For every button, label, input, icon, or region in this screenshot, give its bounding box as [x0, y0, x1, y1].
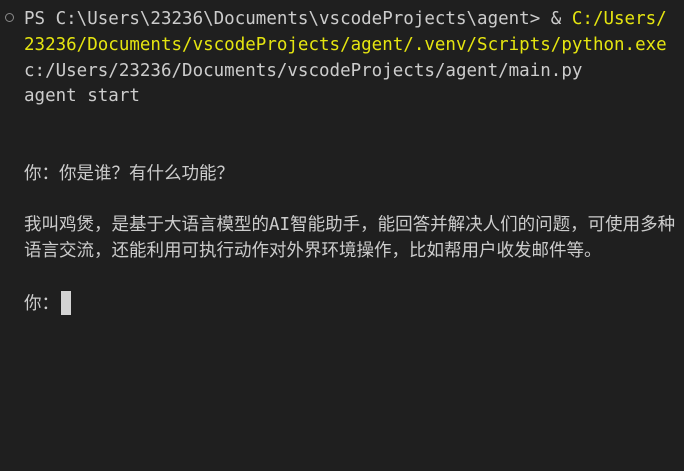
- user-prefix: 你：: [24, 163, 59, 184]
- user-message-line: 你：你是谁？有什么功能？: [24, 162, 676, 188]
- command-line: PS C:\Users\23236\Documents\vscodeProjec…: [24, 7, 676, 84]
- terminal-panel[interactable]: PS C:\Users\23236\Documents\vscodeProjec…: [0, 0, 684, 471]
- user-question: 你是谁？有什么功能？: [59, 163, 234, 184]
- powershell-prompt: PS C:\Users\23236\Documents\vscodeProjec…: [24, 9, 551, 29]
- agent-response: 我叫鸡煲，是基于大语言模型的AI智能助手，能回答并解决人们的问题，可使用多种语言…: [24, 215, 676, 262]
- call-operator: &: [550, 9, 572, 29]
- input-line[interactable]: 你：: [24, 290, 676, 318]
- text-cursor[interactable]: [61, 290, 71, 315]
- input-prompt: 你：: [24, 293, 59, 314]
- command-decoration-icon[interactable]: [5, 13, 14, 22]
- output-agent-start: agent start: [24, 86, 140, 107]
